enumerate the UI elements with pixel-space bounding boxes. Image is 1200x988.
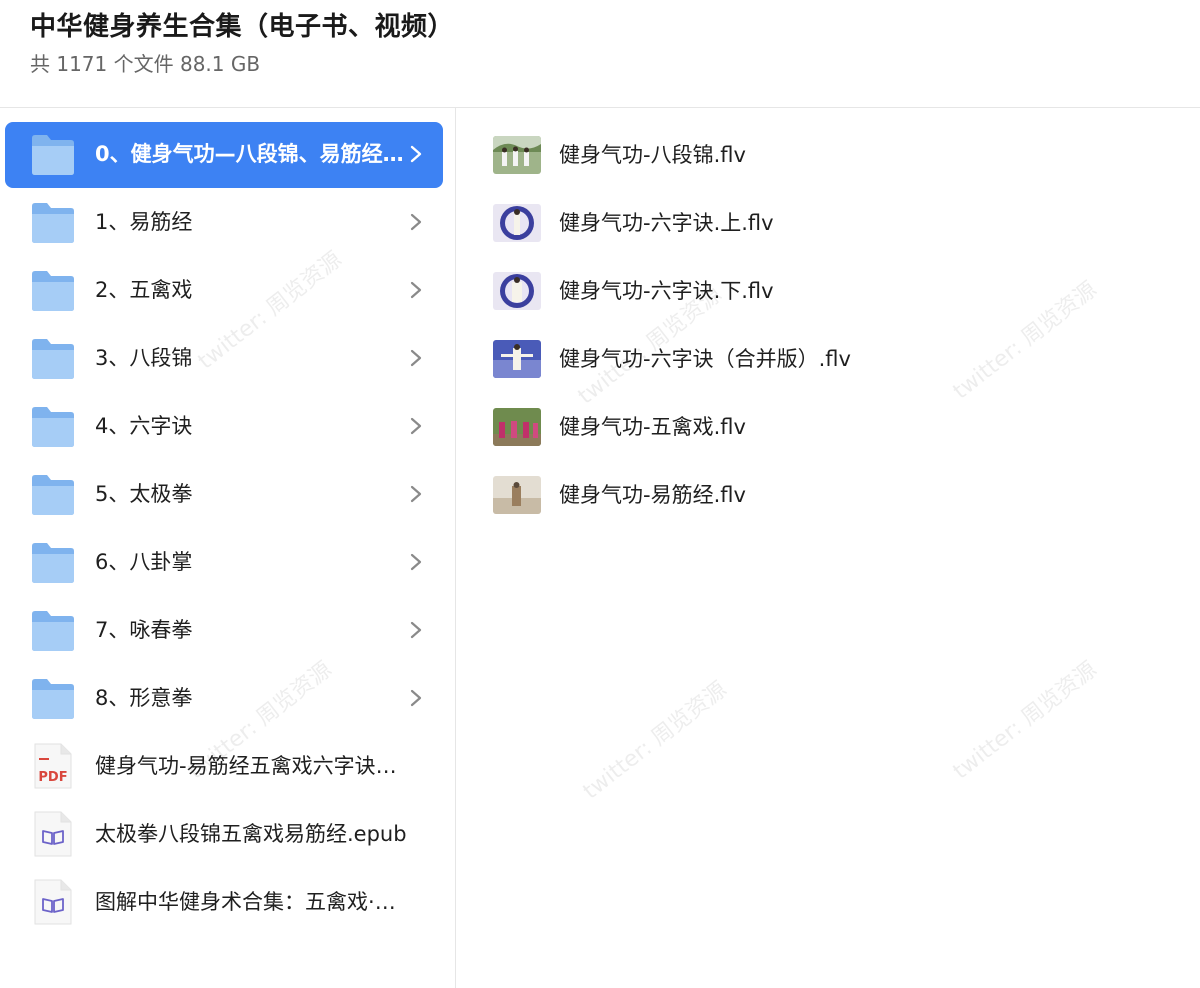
video-thumbnail [493,340,541,378]
file-summary: 共 1171 个文件 88.1 GB [30,52,261,76]
folder-label: 7、咏春拳 [95,618,193,642]
chevron-right-icon [403,139,429,169]
video-thumbnail [493,272,541,310]
folder-item-1[interactable]: 1、易筋经 [5,190,443,256]
header: 中华健身养生合集（电子书、视频） 共 1171 个文件 88.1 GB [0,0,1200,108]
folder-label: 8、形意拳 [95,686,193,710]
folder-label: 0、健身气功—八段锦、易筋经、五禽戏、六字诀 [95,142,407,166]
chevron-right-icon [403,615,429,645]
folder-icon [30,470,76,518]
folder-label: 1、易筋经 [95,210,193,234]
file-list-pane: 健身气功-八段锦.flv 健身气功-六字诀.上.flv 健身气功-六字诀.下.f [457,108,1200,988]
folder-icon [30,538,76,586]
folder-item-4[interactable]: 4、六字诀 [5,394,443,460]
chevron-right-icon [403,275,429,305]
video-label: 健身气功-八段锦.flv [559,143,746,167]
chevron-right-icon [403,683,429,713]
document-item-pdf[interactable]: PDF 健身气功-易筋经五禽戏六字诀八段锦 [5,734,443,800]
video-item-5[interactable]: 健身气功-易筋经.flv [457,466,1200,526]
pdf-icon: PDF [30,742,76,790]
folder-icon [30,674,76,722]
document-label: 太极拳八段锦五禽戏易筋经.epub [95,822,407,846]
video-thumbnail [493,476,541,514]
folder-label: 3、八段锦 [95,346,193,370]
folder-icon [30,334,76,382]
document-label: 图解中华健身术合集：五禽戏·易筋经·八段锦 [95,890,407,914]
video-label: 健身气功-六字诀（合并版）.flv [559,347,851,371]
folder-icon [30,266,76,314]
video-item-4[interactable]: 健身气功-五禽戏.flv [457,398,1200,458]
folder-list-pane: 0、健身气功—八段锦、易筋经、五禽戏、六字诀 1、易筋经 2、五禽戏 3、八段锦 [0,108,456,988]
folder-label: 4、六字诀 [95,414,193,438]
video-label: 健身气功-易筋经.flv [559,483,746,507]
video-item-0[interactable]: 健身气功-八段锦.flv [457,126,1200,186]
video-label: 健身气功-五禽戏.flv [559,415,746,439]
video-label: 健身气功-六字诀.下.flv [559,279,774,303]
folder-item-6[interactable]: 6、八卦掌 [5,530,443,596]
folder-item-3[interactable]: 3、八段锦 [5,326,443,392]
folder-item-7[interactable]: 7、咏春拳 [5,598,443,664]
folder-icon [30,606,76,654]
chevron-right-icon [403,479,429,509]
document-label: 健身气功-易筋经五禽戏六字诀八段锦 [95,754,407,778]
folder-icon [30,198,76,246]
ebook-icon [30,810,76,858]
ebook-icon [30,878,76,926]
video-thumbnail [493,408,541,446]
folder-label: 2、五禽戏 [95,278,193,302]
chevron-right-icon [403,207,429,237]
folder-label: 6、八卦掌 [95,550,193,574]
folder-item-2[interactable]: 2、五禽戏 [5,258,443,324]
video-thumbnail [493,136,541,174]
folder-item-5[interactable]: 5、太极拳 [5,462,443,528]
folder-item-0[interactable]: 0、健身气功—八段锦、易筋经、五禽戏、六字诀 [5,122,443,188]
folder-item-8[interactable]: 8、形意拳 [5,666,443,732]
pdf-badge: PDF [38,770,67,785]
chevron-right-icon [403,411,429,441]
video-label: 健身气功-六字诀.上.flv [559,211,774,235]
folder-icon [30,402,76,450]
page-title: 中华健身养生合集（电子书、视频） [30,12,455,42]
chevron-right-icon [403,343,429,373]
video-item-3[interactable]: 健身气功-六字诀（合并版）.flv [457,330,1200,390]
chevron-right-icon [403,547,429,577]
document-item-epub[interactable]: 太极拳八段锦五禽戏易筋经.epub [5,802,443,868]
folder-label: 5、太极拳 [95,482,193,506]
folder-icon [30,130,76,178]
video-item-2[interactable]: 健身气功-六字诀.下.flv [457,262,1200,322]
video-item-1[interactable]: 健身气功-六字诀.上.flv [457,194,1200,254]
document-item-ebook[interactable]: 图解中华健身术合集：五禽戏·易筋经·八段锦 [5,870,443,936]
video-thumbnail [493,204,541,242]
